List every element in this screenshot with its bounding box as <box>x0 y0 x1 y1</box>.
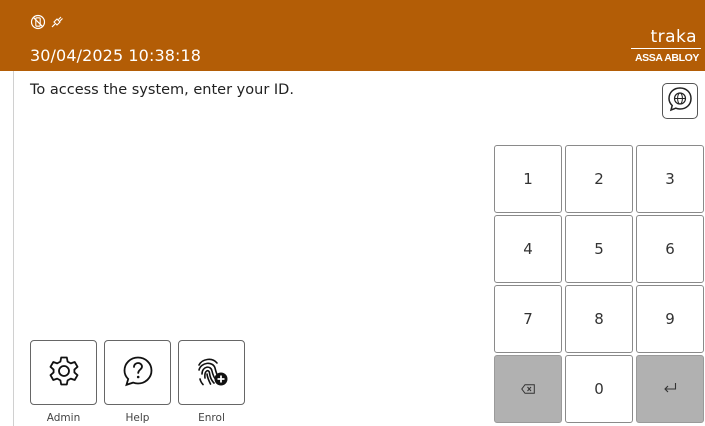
help-button[interactable] <box>104 340 171 405</box>
help-label: Help <box>125 412 150 424</box>
logo-word: traka <box>650 27 697 47</box>
key-2[interactable]: 2 <box>565 145 633 213</box>
no-phone-icon <box>30 14 46 30</box>
key-1[interactable]: 1 <box>494 145 562 213</box>
enter-icon <box>663 380 677 398</box>
key-9[interactable]: 9 <box>636 285 704 353</box>
admin-label: Admin <box>46 412 81 424</box>
logo-sub: ASSA ABLOY <box>634 52 699 64</box>
traka-logo: traka ASSA ABLOY <box>621 28 701 64</box>
globe-speech-icon <box>666 85 694 117</box>
backspace-icon <box>521 380 535 398</box>
left-edge <box>0 71 14 426</box>
gear-icon <box>47 354 81 392</box>
header-bar: 30/04/2025 10:38:18 traka ASSA ABLOY <box>0 0 705 71</box>
key-7[interactable]: 7 <box>494 285 562 353</box>
datetime: 30/04/2025 10:38:18 <box>30 46 202 65</box>
key-3[interactable]: 3 <box>636 145 704 213</box>
key-8[interactable]: 8 <box>565 285 633 353</box>
enrol-label: Enrol <box>198 412 225 424</box>
status-icons <box>30 14 65 30</box>
key-4[interactable]: 4 <box>494 215 562 283</box>
access-prompt: To access the system, enter your ID. <box>30 82 294 98</box>
unplugged-icon <box>49 14 65 30</box>
enter-key[interactable] <box>636 355 704 423</box>
key-5[interactable]: 5 <box>565 215 633 283</box>
help-icon <box>121 354 155 392</box>
key-6[interactable]: 6 <box>636 215 704 283</box>
fingerprint-add-icon <box>193 354 231 392</box>
backspace-key[interactable] <box>494 355 562 423</box>
enrol-button[interactable] <box>178 340 245 405</box>
logo-divider <box>631 48 701 49</box>
key-0[interactable]: 0 <box>565 355 633 423</box>
admin-button[interactable] <box>30 340 97 405</box>
language-button[interactable] <box>662 83 698 119</box>
